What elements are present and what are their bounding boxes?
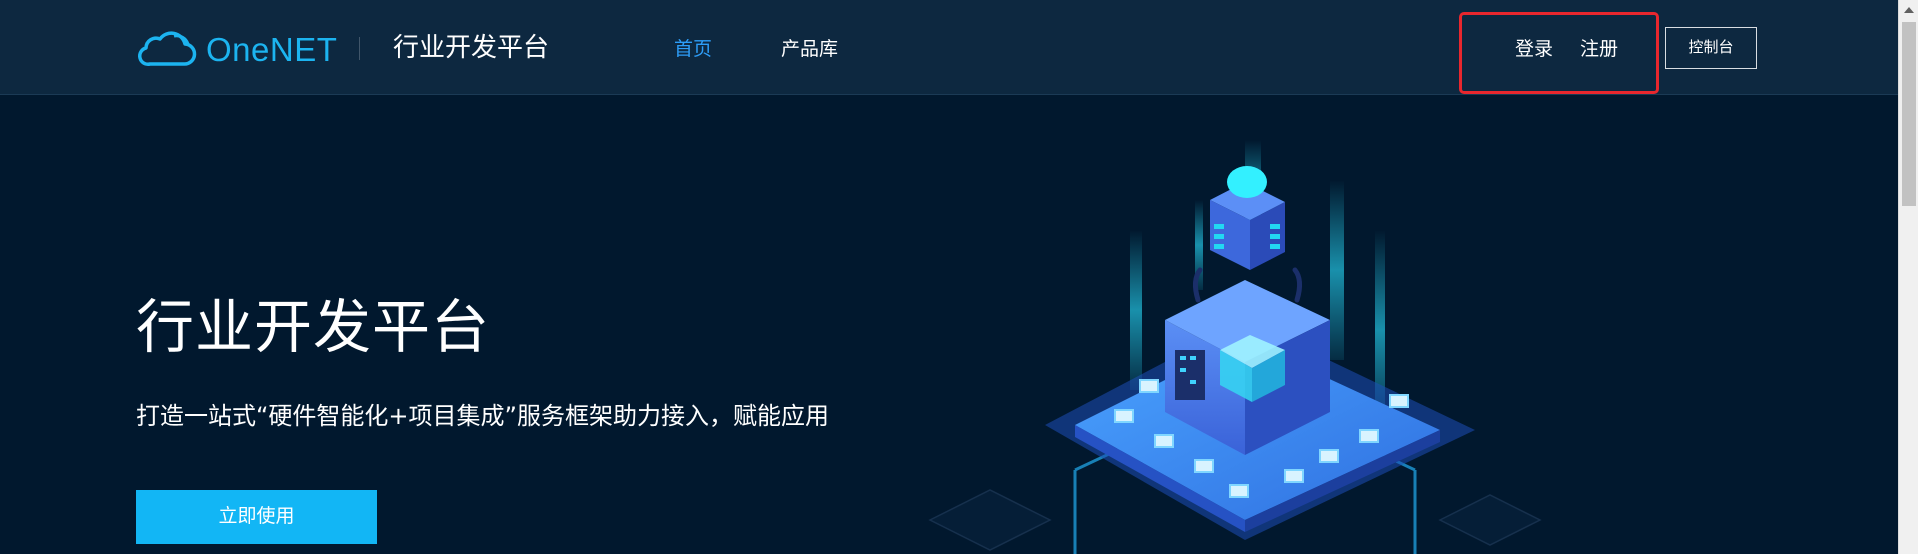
onenet-logo[interactable]: OneNET (136, 30, 337, 70)
console-button[interactable]: 控制台 (1665, 27, 1757, 69)
nav-item-products[interactable]: 产品库 (781, 36, 838, 62)
scroll-thumb[interactable] (1902, 22, 1916, 206)
use-now-button[interactable]: 立即使用 (136, 490, 377, 544)
logo-text: OneNET (206, 31, 338, 68)
logo-divider (359, 37, 360, 60)
hero-title: 行业开发平台 (136, 293, 491, 361)
cloud-icon (138, 31, 197, 66)
platform-title: 行业开发平台 (393, 33, 550, 63)
register-link[interactable]: 注册 (1580, 36, 1618, 62)
login-link[interactable]: 登录 (1515, 36, 1553, 62)
iot-platform-illustration (928, 140, 1542, 554)
scroll-up-arrow-icon[interactable] (1899, 0, 1918, 20)
nav-item-home[interactable]: 首页 (674, 36, 712, 62)
auth-highlight-box (1459, 12, 1659, 94)
vertical-scrollbar[interactable] (1898, 0, 1918, 554)
hero-subtitle: 打造一站式“硬件智能化+项目集成”服务框架助力接入，赋能应用 (136, 402, 829, 430)
